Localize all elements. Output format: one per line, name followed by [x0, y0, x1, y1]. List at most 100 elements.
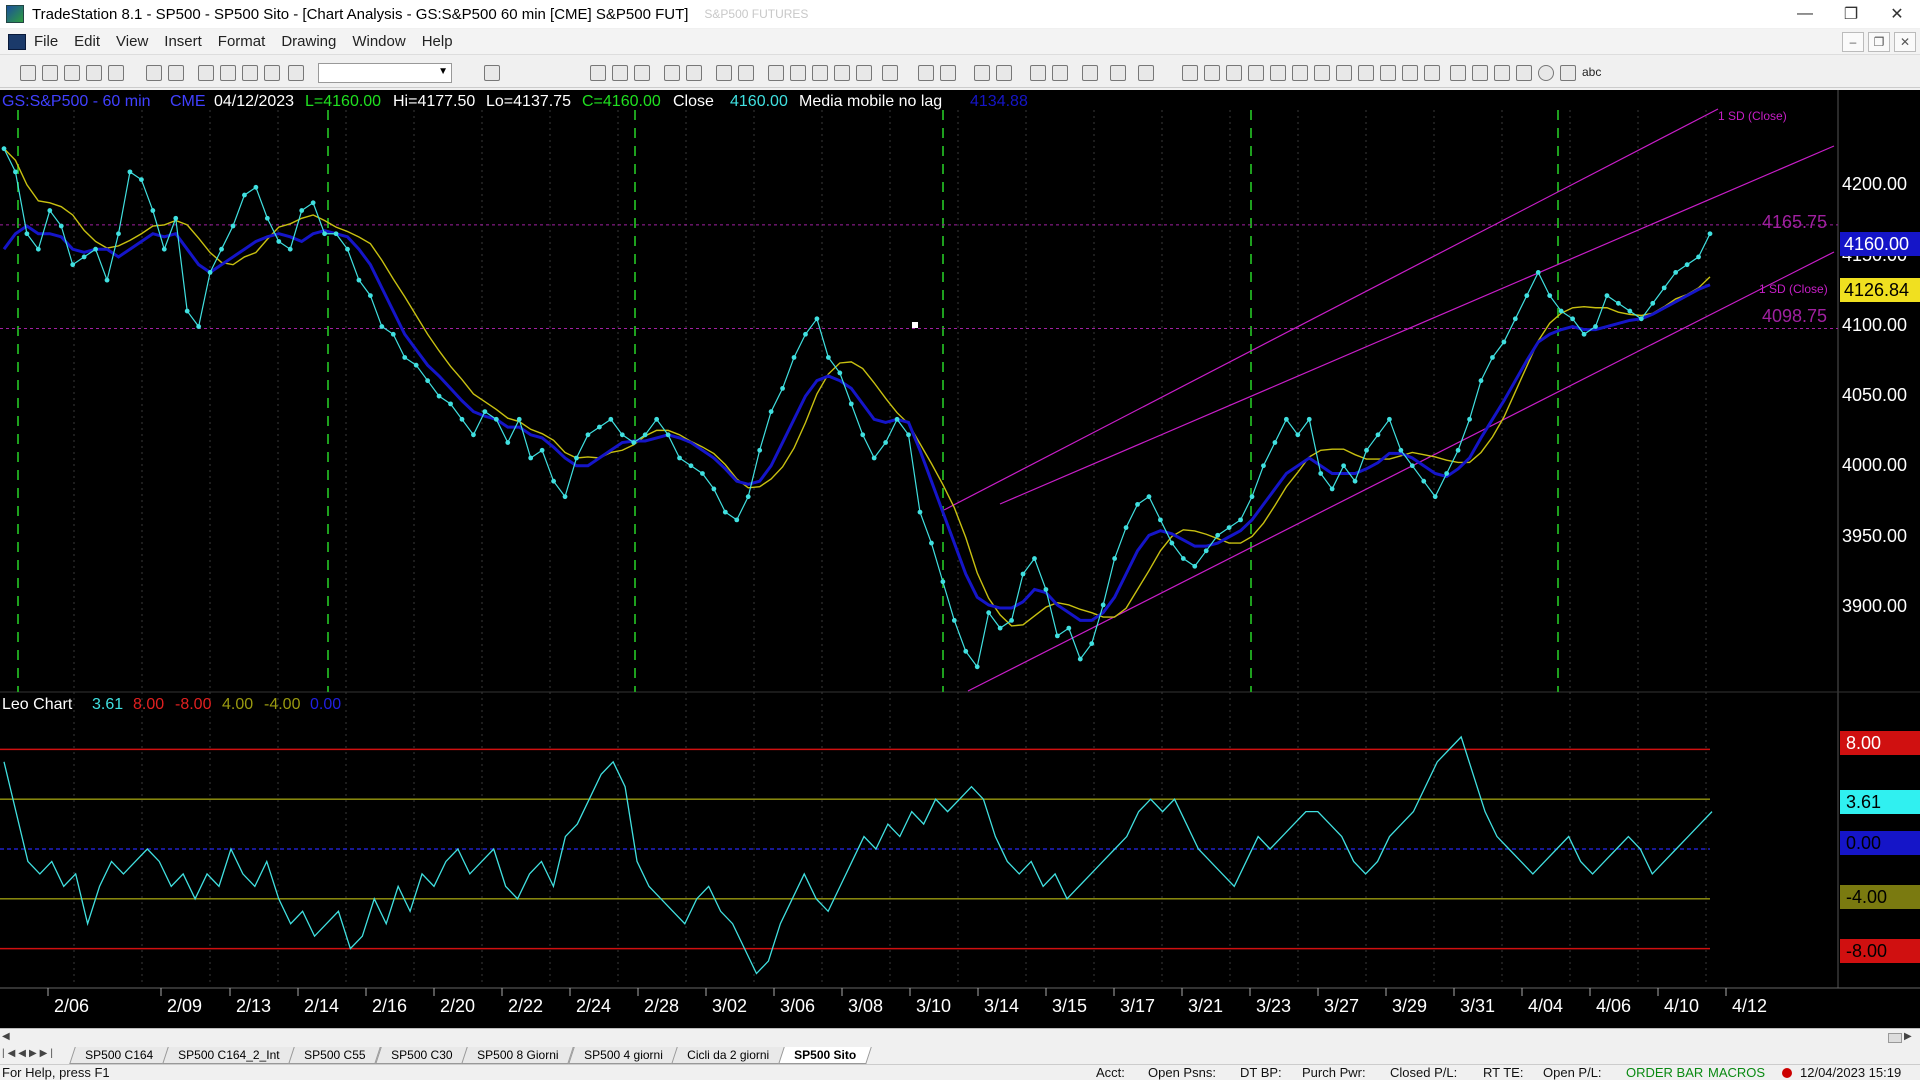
scroll-left-icon[interactable]: ◀	[2, 1031, 16, 1045]
symbol-list-icon[interactable]	[768, 65, 784, 81]
tab-sp500-4-giorni[interactable]: SP500 4 giorni	[567, 1047, 679, 1064]
close-point	[1364, 447, 1369, 453]
indicator-icon[interactable]	[664, 65, 680, 81]
mdi-restore-button[interactable]: ❐	[1868, 32, 1890, 52]
menu-insert[interactable]: Insert	[164, 33, 202, 50]
tab-sp500-c164[interactable]: SP500 C164	[69, 1047, 169, 1064]
menu-format[interactable]: Format	[218, 33, 266, 50]
copy-icon[interactable]	[108, 65, 124, 81]
close-button[interactable]: ✕	[1874, 0, 1920, 28]
save-icon[interactable]	[64, 65, 80, 81]
horizontal-scrollbar[interactable]: ◀ ▶	[0, 1028, 1920, 1046]
parallel-lines-icon[interactable]	[1380, 65, 1396, 81]
wave-icon[interactable]	[1424, 65, 1440, 81]
cursor-icon[interactable]	[1052, 65, 1068, 81]
chart-window[interactable]: GS:S&P500 - 60 min CME 04/12/2023 L=4160…	[0, 90, 1920, 1028]
pencil-icon[interactable]	[264, 65, 280, 81]
new-icon[interactable]	[20, 65, 36, 81]
minimize-button[interactable]: —	[1782, 0, 1828, 28]
lock-icon[interactable]	[242, 65, 258, 81]
speed-lines-icon[interactable]	[1270, 65, 1286, 81]
menu-edit[interactable]: Edit	[74, 33, 100, 50]
tools-icon[interactable]	[1082, 65, 1098, 81]
scroll-right-icon[interactable]: ▶	[1904, 1031, 1918, 1045]
price-chart[interactable]: GS:S&P500 - 60 min CME 04/12/2023 L=4160…	[0, 90, 1920, 1028]
gann-fan-icon[interactable]	[1204, 65, 1220, 81]
mdi-minimize-button[interactable]: –	[1842, 32, 1864, 52]
print-icon[interactable]	[168, 65, 184, 81]
arrow-up-icon[interactable]	[1516, 65, 1532, 81]
search-icon[interactable]	[484, 65, 500, 81]
close-point	[322, 231, 327, 237]
order-icon[interactable]	[1138, 65, 1154, 81]
matrix-icon[interactable]	[812, 65, 828, 81]
andrews-pitchfork-icon[interactable]	[1336, 65, 1352, 81]
close-point	[1238, 517, 1243, 523]
arrow-down-icon[interactable]	[1494, 65, 1510, 81]
format-icon[interactable]	[716, 65, 732, 81]
scroll-thumb[interactable]	[1888, 1033, 1902, 1043]
text-tool-icon[interactable]: abc	[1582, 65, 1601, 79]
pen-icon[interactable]	[1450, 65, 1466, 81]
rectangle-icon[interactable]	[1560, 65, 1576, 81]
trendline-icon[interactable]	[1182, 65, 1198, 81]
print-preview-icon[interactable]	[146, 65, 162, 81]
arrow-right-icon[interactable]	[460, 65, 476, 81]
chart-window-icon[interactable]	[8, 33, 26, 50]
tab-cicli-da-2-giorni[interactable]: Cicli da 2 giorni	[671, 1047, 786, 1064]
vertical-lines-icon[interactable]	[1292, 65, 1308, 81]
candle-style-icon[interactable]	[612, 65, 628, 81]
market-depth-icon[interactable]	[882, 65, 898, 81]
scanner-icon[interactable]	[856, 65, 872, 81]
open-icon[interactable]	[42, 65, 58, 81]
data-window-icon[interactable]	[790, 65, 806, 81]
horizontal-line-icon[interactable]	[1248, 65, 1264, 81]
cycle-lines-icon[interactable]	[1314, 65, 1330, 81]
symbol-combo[interactable]: ▼	[318, 63, 452, 83]
tile-icon[interactable]	[220, 65, 236, 81]
radar-icon[interactable]	[834, 65, 850, 81]
status-order-bar[interactable]: ORDER BAR	[1626, 1065, 1703, 1080]
regression-channel-icon[interactable]	[1358, 65, 1374, 81]
menu-view[interactable]: View	[116, 33, 148, 50]
mdi-close-button[interactable]: ✕	[1894, 32, 1916, 52]
line-style-icon[interactable]	[634, 65, 650, 81]
close-point	[1421, 478, 1427, 484]
menu-file[interactable]: File	[34, 33, 58, 50]
window-icon[interactable]	[198, 65, 214, 81]
arc-icon[interactable]	[1402, 65, 1418, 81]
menu-drawing[interactable]: Drawing	[281, 33, 336, 50]
menu-help[interactable]: Help	[422, 33, 453, 50]
tab-sp500-c30[interactable]: SP500 C30	[375, 1047, 469, 1064]
refresh-icon[interactable]	[738, 65, 754, 81]
tab-sp500-c164-2-int[interactable]: SP500 C164_2_Int	[162, 1047, 296, 1064]
chart-last: L=4160.00	[305, 93, 381, 110]
tab-nav-arrows[interactable]: |◀◀▶▶|	[2, 1048, 56, 1059]
status-macros[interactable]: MACROS	[1708, 1065, 1765, 1080]
curve-icon[interactable]	[1472, 65, 1488, 81]
spacing-icon[interactable]	[918, 65, 934, 81]
color-icon[interactable]	[288, 65, 304, 81]
app-icon	[6, 5, 24, 23]
osc-name: Leo Chart	[2, 696, 73, 713]
close-point	[1272, 440, 1278, 445]
pointer-icon[interactable]	[1030, 65, 1046, 81]
fibonacci-icon[interactable]	[1226, 65, 1242, 81]
close-point	[1100, 602, 1106, 608]
bar-spacing-icon[interactable]	[940, 65, 956, 81]
alert-icon[interactable]	[1110, 65, 1126, 81]
zoom-in-icon[interactable]	[974, 65, 990, 81]
menu-window[interactable]: Window	[352, 33, 405, 50]
tab-sp500-sito[interactable]: SP500 Sito	[778, 1047, 873, 1064]
zoom-out-icon[interactable]	[996, 65, 1012, 81]
close-point	[379, 324, 385, 329]
strategy-icon[interactable]	[686, 65, 702, 81]
chart-exchange: CME	[170, 93, 206, 110]
restore-button[interactable]: ❐	[1828, 0, 1874, 28]
workspace-icon[interactable]	[86, 65, 102, 81]
tab-sp500-8-giorni[interactable]: SP500 8 Giorni	[461, 1047, 575, 1064]
ellipse-icon[interactable]	[1538, 65, 1554, 81]
tab-sp500-c55[interactable]: SP500 C55	[288, 1047, 382, 1064]
bar-style-icon[interactable]	[590, 65, 606, 81]
close-point	[1387, 416, 1392, 422]
